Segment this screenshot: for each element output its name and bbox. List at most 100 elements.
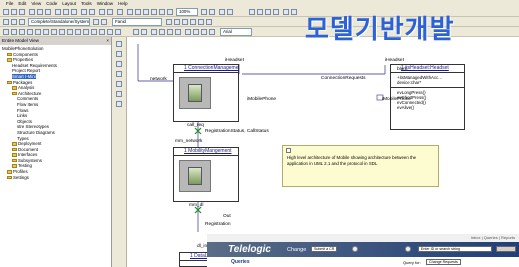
font-combo[interactable]: Arial — [220, 28, 252, 36]
build-icon[interactable] — [257, 9, 263, 15]
redo-icon[interactable] — [71, 9, 77, 15]
menu-code[interactable]: Code — [46, 1, 57, 7]
select-icon[interactable] — [133, 29, 139, 35]
polyline-icon[interactable] — [175, 29, 181, 35]
stop-icon[interactable] — [283, 9, 289, 15]
group-icon[interactable] — [75, 29, 81, 35]
dependency-tool-icon[interactable] — [116, 91, 122, 97]
structure-icon[interactable] — [198, 19, 204, 25]
underline-icon[interactable] — [107, 29, 113, 35]
close-icon[interactable]: × — [106, 37, 109, 45]
text-icon[interactable] — [201, 29, 207, 35]
link-icon[interactable] — [227, 9, 233, 15]
search-input[interactable]: Enter ID or search string — [418, 246, 492, 252]
save-icon[interactable] — [19, 9, 25, 15]
project-combo[interactable]: Fanid — [112, 18, 162, 26]
zoom-out-icon[interactable] — [143, 9, 149, 15]
arrow-icon[interactable] — [3, 19, 9, 25]
usecase-icon[interactable] — [206, 19, 212, 25]
diagram-icon[interactable] — [166, 19, 172, 25]
comment-note[interactable]: High level architecture of Mobile showin… — [282, 145, 439, 187]
same-size-icon[interactable] — [51, 29, 57, 35]
generate-icon[interactable] — [249, 9, 255, 15]
object-tool-icon[interactable] — [116, 51, 122, 57]
tree-item[interactable]: Settings — [0, 175, 111, 181]
radio-icon[interactable] — [352, 246, 358, 252]
zoom-fit-icon[interactable] — [151, 9, 157, 15]
menu-tools[interactable]: Tools — [81, 1, 92, 7]
align-right-icon[interactable] — [11, 29, 17, 35]
open-icon[interactable] — [11, 9, 17, 15]
find-icon[interactable] — [81, 9, 87, 15]
select-tool-icon[interactable] — [116, 41, 122, 47]
image-icon[interactable] — [209, 29, 215, 35]
order-icon[interactable] — [67, 29, 73, 35]
check-icon[interactable] — [93, 19, 99, 25]
polygon-icon[interactable] — [193, 29, 199, 35]
print-icon[interactable] — [55, 9, 61, 15]
rounded-rect-icon[interactable] — [159, 29, 165, 35]
locate-icon[interactable] — [107, 9, 113, 15]
browser-icon[interactable] — [89, 9, 95, 15]
undo-icon[interactable] — [63, 9, 69, 15]
connection-management-block[interactable]: 1 ConnectionManagemen — [173, 64, 239, 122]
note-icon[interactable] — [141, 29, 147, 35]
ellipse-icon[interactable] — [185, 29, 191, 35]
grid-icon[interactable] — [167, 9, 173, 15]
submit-select[interactable]: Submit a CR — [311, 246, 338, 252]
bold-icon[interactable] — [91, 29, 97, 35]
paste-icon[interactable] — [45, 9, 51, 15]
query-type-select[interactable]: Change Requests — [426, 259, 461, 265]
align-left-icon[interactable] — [3, 29, 9, 35]
align-bottom-icon[interactable] — [27, 29, 33, 35]
make-icon[interactable] — [101, 19, 107, 25]
rect-icon[interactable] — [151, 29, 157, 35]
activity-icon[interactable] — [190, 19, 196, 25]
zoom-combo[interactable]: 100% — [176, 8, 198, 16]
structure-diagram[interactable]: 1 ConnectionManagemen 1 MobilityMangemen… — [127, 37, 519, 267]
package-icon[interactable] — [19, 19, 25, 25]
class-icon[interactable] — [11, 19, 17, 25]
align-top-icon[interactable] — [19, 29, 25, 35]
layout-icon[interactable] — [209, 9, 215, 15]
link-tool-icon[interactable] — [116, 71, 122, 77]
animate-icon[interactable] — [273, 9, 279, 15]
copy-icon[interactable] — [37, 9, 43, 15]
comment-tool-icon[interactable] — [116, 101, 122, 107]
port-tool-icon[interactable] — [116, 61, 122, 67]
flow-tool-icon[interactable] — [116, 81, 122, 87]
configuration-combo[interactable]: Complete/Standalone/System — [28, 18, 90, 26]
menu-layout[interactable]: Layout — [62, 1, 76, 7]
mobility-management-block[interactable]: 1 MobilityMangement — [173, 147, 239, 202]
feature-icon[interactable] — [99, 9, 105, 15]
step-icon[interactable] — [291, 9, 297, 15]
radio-icon[interactable] — [405, 246, 411, 252]
italic-icon[interactable] — [99, 29, 105, 35]
color-icon[interactable] — [115, 29, 121, 35]
sync-icon[interactable] — [219, 9, 225, 15]
refresh-icon[interactable] — [201, 9, 207, 15]
search-button[interactable] — [496, 246, 516, 252]
sequence-icon[interactable] — [174, 19, 180, 25]
tree-item-label: Headset Requirements — [12, 62, 57, 68]
menu-edit[interactable]: Edit — [18, 1, 26, 7]
new-icon[interactable] — [3, 9, 9, 15]
same-height-icon[interactable] — [43, 29, 49, 35]
same-width-icon[interactable] — [35, 29, 41, 35]
cut-icon[interactable] — [29, 9, 35, 15]
pan-icon[interactable] — [159, 9, 165, 15]
menu-file[interactable]: File — [6, 1, 13, 7]
zoom-in-icon[interactable] — [135, 9, 141, 15]
menu-view[interactable]: View — [31, 1, 41, 7]
line-icon[interactable] — [167, 29, 173, 35]
menu-help[interactable]: Help — [118, 1, 127, 7]
top-links[interactable]: Inbox | Queries | Reports — [207, 234, 519, 242]
cursor-icon[interactable] — [127, 9, 133, 15]
statechart-icon[interactable] — [182, 19, 188, 25]
folder-icon — [7, 52, 12, 57]
space-icon[interactable] — [59, 29, 65, 35]
ungroup-icon[interactable] — [83, 29, 89, 35]
run-icon[interactable] — [265, 9, 271, 15]
menu-window[interactable]: Window — [97, 1, 113, 7]
close-icon[interactable] — [117, 9, 123, 15]
